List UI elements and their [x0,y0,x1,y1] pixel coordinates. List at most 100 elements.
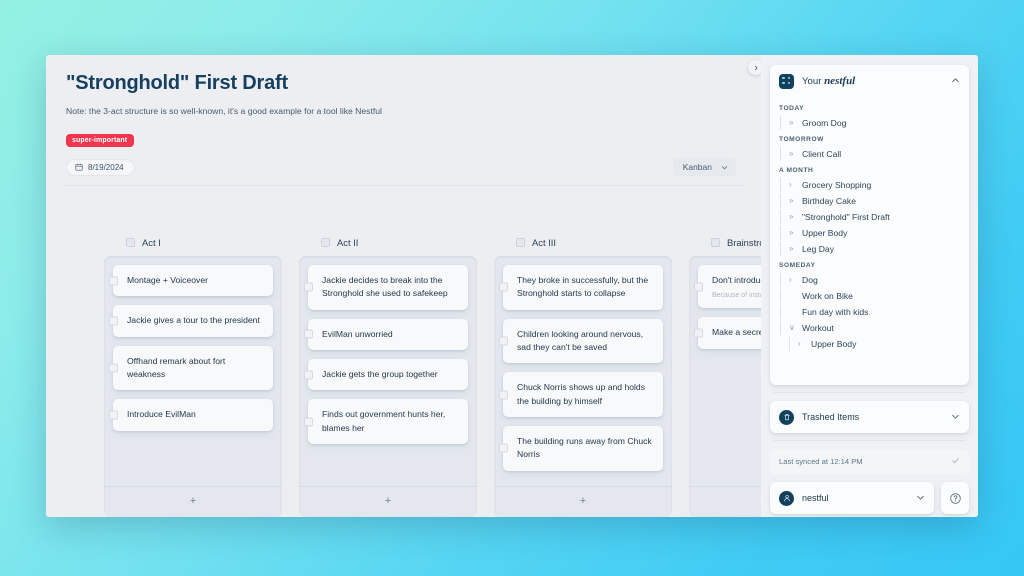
kanban-card[interactable]: Finds out government hunts her, blames h… [304,399,468,444]
expand-chevron-icon[interactable]: ∨ [789,324,796,332]
chevron-down-icon [721,165,728,169]
card-title: Don't introduce Chuck until the end [712,275,761,285]
due-date-value: 8/19/2024 [88,162,124,172]
kanban-card[interactable]: Jackie gives a tour to the president [109,305,273,337]
expand-chevron-icon[interactable]: » [789,245,796,253]
kanban-card[interactable]: Chuck Norris shows up and holds the buil… [499,372,663,417]
trashed-items-row[interactable]: Trashed Items [770,401,969,433]
app-window: "Stronghold" First Draft Note: the 3-act… [46,55,978,517]
calendar-icon [75,163,83,171]
expand-chevron-icon[interactable]: » [789,119,796,127]
card-checkbox[interactable] [304,370,313,380]
kanban-card[interactable]: They broke in successfully, but the Stro… [499,265,663,310]
tag-row: super-important [66,129,741,147]
kanban-card[interactable]: The building runs away from Chuck Norris [499,425,663,471]
card-checkbox[interactable] [109,316,118,326]
card-checkbox[interactable] [694,328,703,338]
card-checkbox[interactable] [109,276,118,286]
expand-chevron-icon[interactable]: » [789,150,796,158]
task-label: Upper Body [811,339,857,349]
trashed-items-label: Trashed Items [802,412,860,422]
task-list-item[interactable]: » Birthday Cake [770,193,969,209]
task-section-label: TODAY [779,105,805,112]
kanban-card[interactable]: Children looking around nervous, sad the… [499,318,663,364]
card-checkbox[interactable] [109,363,118,373]
card-checkbox[interactable] [499,390,508,400]
task-list-item[interactable]: » "Stronghold" First Draft [770,209,969,225]
expand-chevron-icon[interactable]: » [789,197,796,205]
header-divider [62,185,745,186]
help-circle-icon [949,492,961,504]
card-title: Children looking around nervous, sad the… [517,328,644,352]
collapse-sidebar-button[interactable] [748,60,761,75]
expand-chevron-icon[interactable]: › [798,340,805,348]
kanban-card[interactable]: Introduce EvilMan [109,399,273,431]
task-list-item[interactable]: Work on Bike [770,288,969,304]
brand-prefix: Your [802,76,822,87]
column-title: Act III [532,237,556,248]
kanban-column: Act II Jackie decides to break into the S… [299,237,477,517]
card-title: Chuck Norris shows up and holds the buil… [517,382,646,406]
card-checkbox[interactable] [304,282,313,292]
card-checkbox[interactable] [499,336,508,346]
expand-chevron-icon[interactable]: » [789,213,796,221]
kanban-column: Act I Montage + Voiceover Jackie gives a t… [104,237,282,517]
card-title: Offhand remark about fort weakness [127,355,226,379]
kanban-columns: Act I Montage + Voiceover Jackie gives a t… [46,237,761,517]
column-checkbox[interactable] [126,238,135,247]
kanban-card[interactable]: Montage + Voiceover [109,265,273,297]
kanban-card[interactable]: EvilMan unworried [304,318,468,350]
account-selector[interactable]: nestful [770,482,934,514]
kanban-card[interactable]: Jackie decides to break into the Strongh… [304,265,468,310]
kanban-card[interactable]: Make a secret under Stronghold [694,317,761,349]
task-list-item[interactable]: Fun day with kids [770,304,969,320]
tag-super-important[interactable]: super-important [66,134,135,147]
task-label: Leg Day [802,244,835,254]
card-checkbox[interactable] [499,282,508,292]
card-title: Jackie decides to break into the Strongh… [322,275,448,299]
column-header: Brainstrom [689,237,761,256]
kanban-column: Brainstrom Don't introduce Chuck until th… [689,237,761,517]
task-list-item[interactable]: › Dog [770,272,969,288]
card-checkbox[interactable] [694,282,703,292]
add-card-button[interactable]: + [104,486,282,517]
expand-chevron-icon[interactable]: » [789,229,796,237]
chevron-down-icon[interactable] [951,408,960,426]
card-checkbox[interactable] [109,410,118,420]
view-mode-select[interactable]: Kanban [672,158,736,176]
column-checkbox[interactable] [321,238,330,247]
card-title: EvilMan unworried [322,328,393,339]
task-list-item[interactable]: › Grocery Shopping [770,177,969,193]
task-list-item[interactable]: › Upper Body [770,336,969,352]
document-meta-row: 8/19/2024 Kanban [66,158,741,176]
card-checkbox[interactable] [499,443,508,453]
help-button[interactable] [941,482,969,514]
sidebar-header[interactable]: Your nestful [770,65,969,97]
kanban-card[interactable]: Offhand remark about fort weakness [109,345,273,391]
add-card-button[interactable]: + [299,486,477,517]
column-checkbox[interactable] [516,238,525,247]
task-list-item[interactable]: » Client Call [770,146,969,162]
sync-status-text: Last synced at 12:14 PM [779,457,863,466]
chevron-up-icon[interactable] [951,72,960,90]
document-header: "Stronghold" First Draft Note: the 3-act… [46,55,761,176]
kanban-card[interactable]: Don't introduce Chuck until the end Becau… [694,265,761,309]
chevron-down-icon[interactable] [916,489,925,507]
card-checkbox[interactable] [304,417,313,427]
column-checkbox[interactable] [711,238,720,247]
task-list-item[interactable]: » Leg Day [770,241,969,257]
add-card-button[interactable]: + [494,486,672,517]
kanban-card[interactable]: Jackie gets the group together [304,358,468,391]
column-title: Act I [142,237,161,248]
sync-status-row: Last synced at 12:14 PM [770,449,969,474]
task-list-item[interactable]: » Groom Dog [770,115,969,131]
trash-icon [779,409,794,425]
card-checkbox[interactable] [304,329,313,339]
due-date-chip[interactable]: 8/19/2024 [66,158,135,176]
add-card-button[interactable]: + [689,486,761,517]
sidebar-brand: Your nestful [802,75,855,87]
task-list-item[interactable]: » Upper Body [770,225,969,241]
task-list-item[interactable]: ∨ Workout [770,320,969,336]
expand-chevron-icon[interactable]: › [789,181,796,189]
expand-chevron-icon[interactable]: › [789,276,796,284]
